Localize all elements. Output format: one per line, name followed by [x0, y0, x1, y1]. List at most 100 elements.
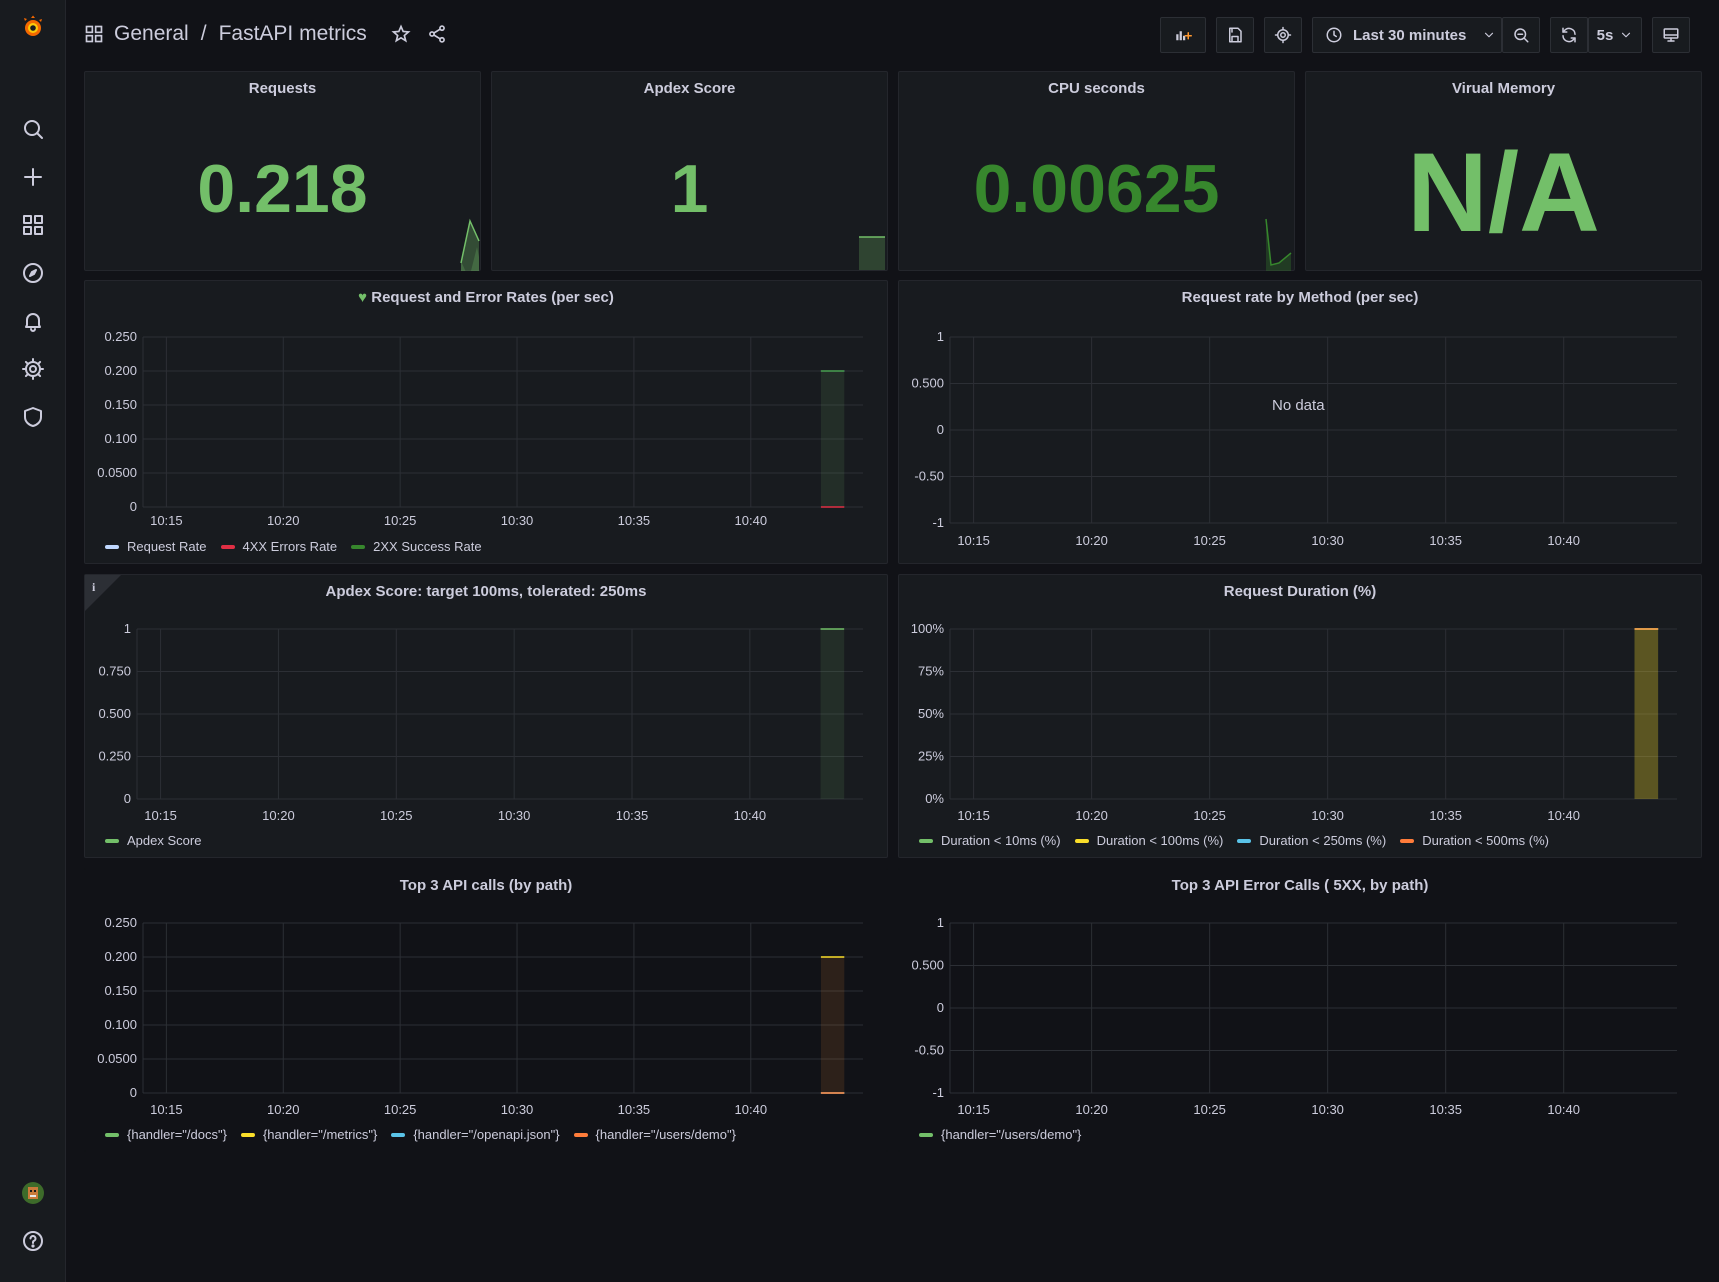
legend-item[interactable]: Request Rate: [105, 539, 207, 554]
dashboard-settings-button[interactable]: [1264, 17, 1302, 53]
save-dashboard-button[interactable]: [1216, 17, 1254, 53]
share-icon[interactable]: [427, 24, 447, 44]
y-tick-label: 1: [937, 329, 944, 344]
stat-value: 1: [670, 151, 709, 227]
y-tick-label: 75%: [918, 664, 944, 679]
stat-value: 0.218: [197, 151, 368, 227]
stat-panel-cpu[interactable]: CPU seconds 0.00625: [898, 71, 1295, 271]
panel-request-error-rates[interactable]: ♥ Request and Error Rates (per sec) 0 0.0…: [84, 280, 888, 564]
x-tick-label: 10:25: [384, 1102, 417, 1117]
x-tick-label: 10:35: [1429, 533, 1462, 548]
explore-compass-icon[interactable]: [18, 258, 48, 288]
x-tick-label: 10:15: [957, 533, 990, 548]
legend-item[interactable]: {handler="/users/demo"}: [919, 1127, 1081, 1142]
shield-icon[interactable]: [18, 402, 48, 432]
panel-request-rate-by-method[interactable]: Request rate by Method (per sec) -1 -0.50…: [898, 280, 1702, 564]
panel-top3-api-calls[interactable]: Top 3 API calls (by path) 0 0.0500 0.100 0.…: [84, 868, 888, 1152]
breadcrumb-folder[interactable]: General: [114, 22, 189, 46]
star-icon[interactable]: [391, 24, 411, 44]
breadcrumb: General / FastAPI metrics: [84, 22, 447, 46]
chart-apdex-score[interactable]: 0 0.250 0.500 0.750 1 10:15 10:20 10:25 10:30 10:…: [85, 575, 889, 859]
chart-request-error-rates[interactable]: 0 0.0500 0.100 0.150 0.200 0.250 10:15 10:20 10:…: [85, 281, 889, 565]
legend-item[interactable]: {handler="/users/demo"}: [573, 1127, 736, 1142]
x-tick-label: 10:20: [262, 808, 295, 823]
x-tick-label: 10:25: [1193, 808, 1226, 823]
x-tick-label: 10:20: [267, 513, 300, 528]
legend-item[interactable]: Duration < 500ms (%): [1400, 833, 1549, 848]
gear-icon[interactable]: [18, 354, 48, 384]
legend: Apdex Score: [105, 833, 201, 848]
bell-icon[interactable]: [18, 306, 48, 336]
x-tick-label: 10:30: [1311, 808, 1344, 823]
avatar[interactable]: [18, 1178, 48, 1208]
legend-item[interactable]: {handler="/openapi.json"}: [391, 1127, 560, 1142]
grafana-logo-icon[interactable]: [18, 12, 48, 42]
panel-title: Requests: [248, 80, 317, 97]
dashboard-title[interactable]: FastAPI metrics: [219, 22, 367, 46]
y-tick-label: 0.250: [104, 915, 137, 930]
add-panel-button[interactable]: [1160, 17, 1206, 53]
tv-mode-button[interactable]: [1652, 17, 1690, 53]
y-tick-label: 0.0500: [97, 1051, 137, 1066]
series-area: [820, 371, 845, 507]
chart-request-rate-by-method[interactable]: -1 -0.50 0 0.500 1 10:15 10:20 10:25 10:30 10:35 1…: [899, 281, 1703, 565]
time-range-picker[interactable]: Last 30 minutes: [1312, 17, 1502, 53]
stat-value: N/A: [1407, 130, 1600, 255]
y-tick-label: -0.50: [914, 1043, 944, 1058]
legend-item[interactable]: {handler="/metrics"}: [240, 1127, 377, 1142]
y-tick-label: 100%: [911, 621, 945, 636]
help-icon[interactable]: [18, 1226, 48, 1256]
x-tick-label: 10:30: [501, 513, 534, 528]
legend-item[interactable]: 2XX Success Rate: [351, 539, 482, 554]
legend-item[interactable]: Duration < 100ms (%): [1074, 833, 1223, 848]
refresh-button[interactable]: [1550, 17, 1588, 53]
x-tick-label: 10:15: [957, 808, 990, 823]
legend-item[interactable]: Duration < 10ms (%): [919, 833, 1061, 848]
x-tick-label: 10:20: [1075, 808, 1108, 823]
panel-top3-error-calls[interactable]: Top 3 API Error Calls ( 5XX, by path) -1…: [898, 868, 1702, 1152]
legend-item[interactable]: {handler="/docs"}: [105, 1127, 227, 1142]
x-tick-label: 10:40: [1547, 1102, 1580, 1117]
x-tick-label: 10:30: [1311, 1102, 1344, 1117]
zoom-out-button[interactable]: [1502, 17, 1540, 53]
x-tick-label: 10:15: [144, 808, 177, 823]
legend-item[interactable]: 4XX Errors Rate: [220, 539, 337, 554]
y-tick-label: 0: [130, 499, 137, 514]
stat-panel-requests[interactable]: Requests 0.218: [84, 71, 481, 271]
chart-top3-api-calls[interactable]: 0 0.0500 0.100 0.150 0.200 0.250 10:15 10:20 10:…: [85, 869, 889, 1153]
refresh-interval-picker[interactable]: 5s: [1588, 17, 1642, 53]
chart-request-duration[interactable]: 0% 25% 50% 75% 100% 10:15 10:20 10:25 10:30 10:35…: [899, 575, 1703, 859]
legend-item[interactable]: Apdex Score: [105, 833, 201, 848]
chart-top3-error-calls[interactable]: -1 -0.50 0 0.500 1 10:15 10:20 10:25 10:30 10:35 1…: [899, 869, 1703, 1153]
x-tick-label: 10:25: [380, 808, 413, 823]
panel-request-duration[interactable]: Request Duration (%) 0% 25% 50% 75% 100% 10:1…: [898, 574, 1702, 858]
chevron-down-icon: [1622, 32, 1631, 38]
y-tick-label: 0.500: [911, 958, 944, 973]
series-area: [1634, 629, 1659, 799]
stat-panel-virtual-memory[interactable]: Virual Memory N/A: [1305, 71, 1702, 271]
y-tick-label: 0.250: [104, 329, 137, 344]
y-tick-label: 0.200: [104, 949, 137, 964]
legend-item[interactable]: Duration < 250ms (%): [1237, 833, 1386, 848]
x-tick-label: 10:40: [1547, 808, 1580, 823]
y-tick-label: 25%: [918, 749, 944, 764]
stat-value: 0.00625: [973, 151, 1220, 227]
refresh-interval-label: 5s: [1596, 26, 1614, 44]
y-tick-label: 1: [937, 915, 944, 930]
search-icon[interactable]: [18, 114, 48, 144]
x-tick-label: 10:40: [734, 808, 767, 823]
stat-panel-apdex[interactable]: Apdex Score 1: [491, 71, 888, 271]
monitor-icon: [1663, 28, 1679, 42]
legend: Request Rate 4XX Errors Rate 2XX Success…: [105, 539, 482, 554]
y-tick-label: -1: [932, 515, 944, 530]
panel-title: CPU seconds: [1048, 80, 1145, 97]
panel-apdex-score[interactable]: i Apdex Score: target 100ms, tolerated: …: [84, 574, 888, 858]
stat-sparkline: [859, 236, 885, 270]
dashboards-icon[interactable]: [18, 210, 48, 240]
x-tick-label: 10:30: [498, 808, 531, 823]
top-bar: General / FastAPI metrics Last 30 minute…: [66, 0, 1719, 70]
legend: Duration < 10ms (%) Duration < 100ms (%)…: [919, 833, 1549, 848]
panel-title: Virual Memory: [1451, 80, 1556, 97]
y-tick-label: 0.150: [104, 397, 137, 412]
plus-icon[interactable]: [18, 162, 48, 192]
